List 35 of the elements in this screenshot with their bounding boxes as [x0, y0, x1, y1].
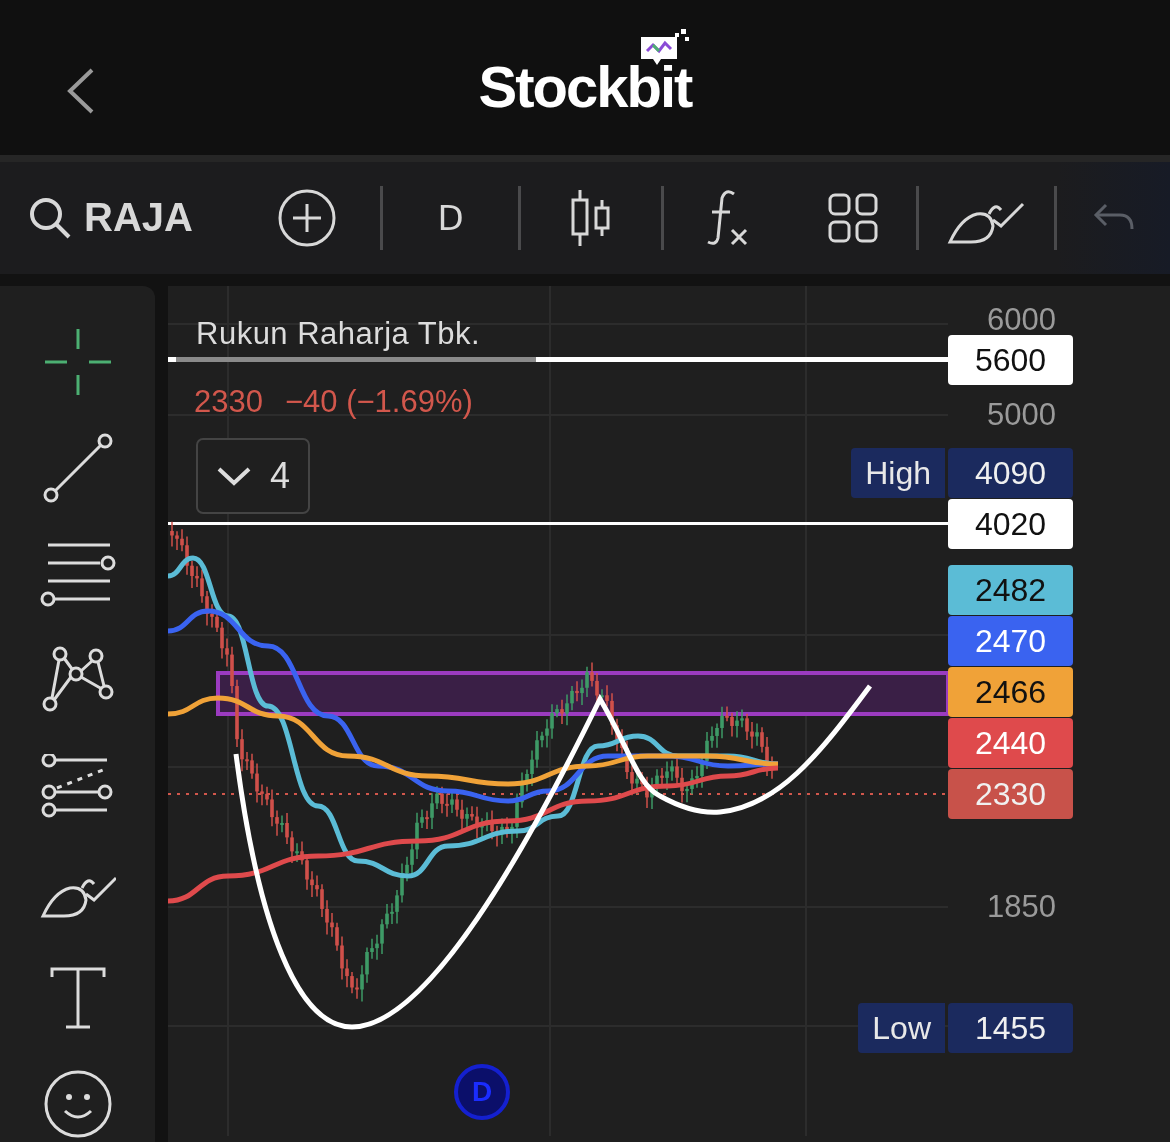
layout-button[interactable] [826, 191, 879, 244]
parallel-channel-icon [40, 754, 115, 818]
price-change: −40 (−1.69%) [284, 384, 473, 420]
price-tag: 5600 [948, 335, 1073, 385]
indicator-toggle[interactable]: 4 [196, 438, 310, 514]
horizontal-lines-icon [39, 541, 116, 607]
price-tag: 4020 [948, 499, 1073, 549]
search-icon [28, 195, 72, 240]
price-axis-label: 1850 [987, 889, 1056, 925]
candlestick-icon [569, 187, 613, 248]
price-caption: Low [858, 1003, 945, 1053]
chart-type-button[interactable] [569, 187, 613, 248]
company-name: Rukun Raharja Tbk. [196, 316, 481, 352]
price-tag: 2466 [948, 667, 1073, 717]
last-price: 2330 [194, 384, 263, 420]
add-button[interactable] [277, 187, 337, 248]
chevron-down-icon [216, 466, 252, 486]
price-tag: 2440 [948, 718, 1073, 768]
price-tag: 2470 [948, 616, 1073, 666]
pattern-icon [41, 646, 114, 714]
symbol-search[interactable]: RAJA [28, 195, 193, 241]
trend-line-icon [42, 433, 113, 503]
price-tag: 4090 [948, 448, 1073, 498]
plus-icon [277, 187, 337, 248]
interval-button[interactable]: D [437, 197, 464, 238]
price-caption: High [851, 448, 945, 498]
price-axis-label: 6000 [987, 302, 1056, 338]
crosshair-icon [42, 327, 113, 397]
logo: Stockbit [478, 52, 692, 120]
price-tag: 1455 [948, 1003, 1073, 1053]
price-axis-label: 5000 [987, 397, 1056, 433]
smiley-icon [42, 1069, 113, 1139]
price-tag: 2482 [948, 565, 1073, 615]
grid-icon [826, 191, 879, 244]
price-tag: 2330 [948, 769, 1073, 819]
